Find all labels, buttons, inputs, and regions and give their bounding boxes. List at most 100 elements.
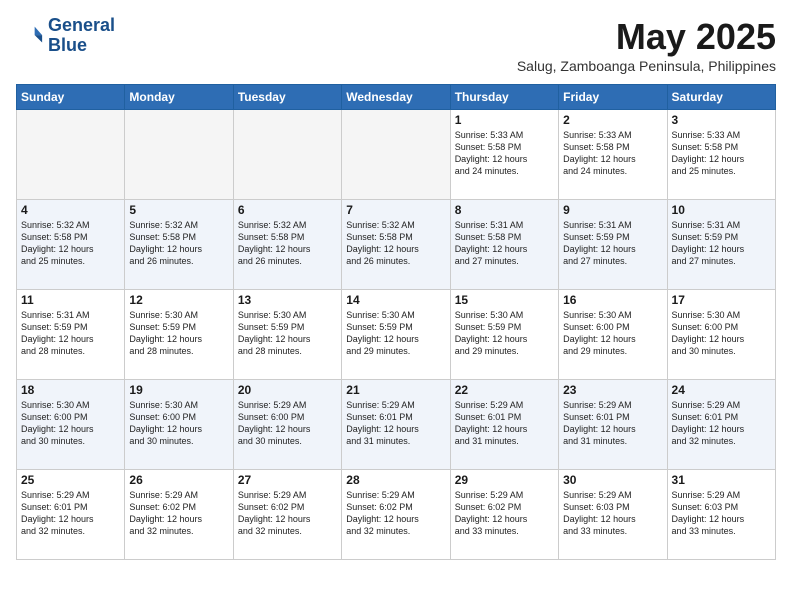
logo-icon	[16, 22, 44, 50]
calendar-subtitle: Salug, Zamboanga Peninsula, Philippines	[517, 58, 776, 74]
day-detail: Sunrise: 5:30 AM Sunset: 6:00 PM Dayligh…	[672, 309, 771, 358]
calendar-cell: 9 Sunrise: 5:31 AM Sunset: 5:59 PM Daylig…	[559, 200, 667, 290]
calendar-cell: 11 Sunrise: 5:31 AM Sunset: 5:59 PM Dayli…	[17, 290, 125, 380]
calendar-cell: 13 Sunrise: 5:30 AM Sunset: 5:59 PM Dayli…	[233, 290, 341, 380]
calendar-cell: 2 Sunrise: 5:33 AM Sunset: 5:58 PM Daylig…	[559, 110, 667, 200]
page-header: General Blue May 2025 Salug, Zamboanga P…	[16, 16, 776, 74]
day-detail: Sunrise: 5:29 AM Sunset: 6:03 PM Dayligh…	[672, 489, 771, 538]
week-row-5: 25Sunrise: 5:29 AM Sunset: 6:01 PM Dayli…	[17, 470, 776, 560]
calendar-table: SundayMondayTuesdayWednesdayThursdayFrid…	[16, 84, 776, 560]
day-detail: Sunrise: 5:30 AM Sunset: 6:00 PM Dayligh…	[563, 309, 662, 358]
day-detail: Sunrise: 5:31 AM Sunset: 5:59 PM Dayligh…	[21, 309, 120, 358]
day-number: 30	[563, 473, 662, 487]
calendar-cell: 7 Sunrise: 5:32 AM Sunset: 5:58 PM Daylig…	[342, 200, 450, 290]
calendar-cell	[342, 110, 450, 200]
day-detail: Sunrise: 5:32 AM Sunset: 5:58 PM Dayligh…	[238, 219, 337, 268]
day-header-friday: Friday	[559, 85, 667, 110]
calendar-cell	[233, 110, 341, 200]
day-number: 28	[346, 473, 445, 487]
calendar-cell: 3Sunrise: 5:33 AM Sunset: 5:58 PM Daylig…	[667, 110, 775, 200]
day-detail: Sunrise: 5:29 AM Sunset: 6:00 PM Dayligh…	[238, 399, 337, 448]
logo-text: General Blue	[48, 16, 115, 56]
calendar-cell: 1Sunrise: 5:33 AM Sunset: 5:58 PM Daylig…	[450, 110, 558, 200]
day-number: 17	[672, 293, 771, 307]
calendar-cell: 25Sunrise: 5:29 AM Sunset: 6:01 PM Dayli…	[17, 470, 125, 560]
day-number: 7	[346, 203, 445, 217]
day-detail: Sunrise: 5:29 AM Sunset: 6:01 PM Dayligh…	[346, 399, 445, 448]
day-number: 26	[129, 473, 228, 487]
day-header-sunday: Sunday	[17, 85, 125, 110]
calendar-cell: 14Sunrise: 5:30 AM Sunset: 5:59 PM Dayli…	[342, 290, 450, 380]
day-number: 22	[455, 383, 554, 397]
calendar-cell: 19Sunrise: 5:30 AM Sunset: 6:00 PM Dayli…	[125, 380, 233, 470]
day-detail: Sunrise: 5:32 AM Sunset: 5:58 PM Dayligh…	[21, 219, 120, 268]
calendar-title: May 2025	[517, 16, 776, 58]
title-area: May 2025 Salug, Zamboanga Peninsula, Phi…	[517, 16, 776, 74]
calendar-cell: 5Sunrise: 5:32 AM Sunset: 5:58 PM Daylig…	[125, 200, 233, 290]
calendar-cell: 15Sunrise: 5:30 AM Sunset: 5:59 PM Dayli…	[450, 290, 558, 380]
calendar-cell: 21Sunrise: 5:29 AM Sunset: 6:01 PM Dayli…	[342, 380, 450, 470]
day-number: 9	[563, 203, 662, 217]
day-detail: Sunrise: 5:29 AM Sunset: 6:02 PM Dayligh…	[346, 489, 445, 538]
day-header-wednesday: Wednesday	[342, 85, 450, 110]
calendar-cell	[17, 110, 125, 200]
calendar-cell: 17 Sunrise: 5:30 AM Sunset: 6:00 PM Dayli…	[667, 290, 775, 380]
day-detail: Sunrise: 5:29 AM Sunset: 6:03 PM Dayligh…	[563, 489, 662, 538]
day-number: 14	[346, 293, 445, 307]
day-detail: Sunrise: 5:31 AM Sunset: 5:59 PM Dayligh…	[563, 219, 662, 268]
day-number: 23	[563, 383, 662, 397]
day-number: 6	[238, 203, 337, 217]
day-number: 27	[238, 473, 337, 487]
week-row-3: 11 Sunrise: 5:31 AM Sunset: 5:59 PM Dayli…	[17, 290, 776, 380]
calendar-cell: 18 Sunrise: 5:30 AM Sunset: 6:00 PM Dayli…	[17, 380, 125, 470]
day-number: 24	[672, 383, 771, 397]
day-detail: Sunrise: 5:33 AM Sunset: 5:58 PM Dayligh…	[455, 129, 554, 178]
day-number: 18	[21, 383, 120, 397]
day-number: 19	[129, 383, 228, 397]
day-number: 29	[455, 473, 554, 487]
day-detail: Sunrise: 5:30 AM Sunset: 5:59 PM Dayligh…	[129, 309, 228, 358]
day-header-saturday: Saturday	[667, 85, 775, 110]
calendar-cell: 28 Sunrise: 5:29 AM Sunset: 6:02 PM Dayli…	[342, 470, 450, 560]
calendar-cell: 30 Sunrise: 5:29 AM Sunset: 6:03 PM Dayli…	[559, 470, 667, 560]
calendar-cell: 24 Sunrise: 5:29 AM Sunset: 6:01 PM Dayli…	[667, 380, 775, 470]
day-number: 31	[672, 473, 771, 487]
day-number: 13	[238, 293, 337, 307]
calendar-cell: 27 Sunrise: 5:29 AM Sunset: 6:02 PM Dayli…	[233, 470, 341, 560]
day-detail: Sunrise: 5:29 AM Sunset: 6:02 PM Dayligh…	[238, 489, 337, 538]
week-row-4: 18 Sunrise: 5:30 AM Sunset: 6:00 PM Dayli…	[17, 380, 776, 470]
day-detail: Sunrise: 5:31 AM Sunset: 5:58 PM Dayligh…	[455, 219, 554, 268]
calendar-cell: 10Sunrise: 5:31 AM Sunset: 5:59 PM Dayli…	[667, 200, 775, 290]
day-number: 11	[21, 293, 120, 307]
day-number: 10	[672, 203, 771, 217]
day-detail: Sunrise: 5:30 AM Sunset: 5:59 PM Dayligh…	[238, 309, 337, 358]
day-detail: Sunrise: 5:29 AM Sunset: 6:02 PM Dayligh…	[129, 489, 228, 538]
day-header-monday: Monday	[125, 85, 233, 110]
day-detail: Sunrise: 5:32 AM Sunset: 5:58 PM Dayligh…	[346, 219, 445, 268]
week-row-1: 1Sunrise: 5:33 AM Sunset: 5:58 PM Daylig…	[17, 110, 776, 200]
calendar-cell: 23 Sunrise: 5:29 AM Sunset: 6:01 PM Dayli…	[559, 380, 667, 470]
calendar-cell: 6 Sunrise: 5:32 AM Sunset: 5:58 PM Daylig…	[233, 200, 341, 290]
calendar-cell: 29Sunrise: 5:29 AM Sunset: 6:02 PM Dayli…	[450, 470, 558, 560]
calendar-cell: 16 Sunrise: 5:30 AM Sunset: 6:00 PM Dayli…	[559, 290, 667, 380]
day-detail: Sunrise: 5:33 AM Sunset: 5:58 PM Dayligh…	[563, 129, 662, 178]
days-header-row: SundayMondayTuesdayWednesdayThursdayFrid…	[17, 85, 776, 110]
logo-line1: General	[48, 16, 115, 36]
day-number: 4	[21, 203, 120, 217]
logo-line2: Blue	[48, 36, 115, 56]
calendar-cell: 20Sunrise: 5:29 AM Sunset: 6:00 PM Dayli…	[233, 380, 341, 470]
calendar-cell: 12Sunrise: 5:30 AM Sunset: 5:59 PM Dayli…	[125, 290, 233, 380]
day-detail: Sunrise: 5:29 AM Sunset: 6:01 PM Dayligh…	[672, 399, 771, 448]
calendar-cell: 8 Sunrise: 5:31 AM Sunset: 5:58 PM Daylig…	[450, 200, 558, 290]
calendar-cell: 4 Sunrise: 5:32 AM Sunset: 5:58 PM Daylig…	[17, 200, 125, 290]
day-number: 15	[455, 293, 554, 307]
day-number: 5	[129, 203, 228, 217]
week-row-2: 4 Sunrise: 5:32 AM Sunset: 5:58 PM Daylig…	[17, 200, 776, 290]
day-number: 16	[563, 293, 662, 307]
day-number: 8	[455, 203, 554, 217]
day-header-thursday: Thursday	[450, 85, 558, 110]
day-number: 2	[563, 113, 662, 127]
day-detail: Sunrise: 5:29 AM Sunset: 6:01 PM Dayligh…	[563, 399, 662, 448]
day-detail: Sunrise: 5:30 AM Sunset: 6:00 PM Dayligh…	[21, 399, 120, 448]
calendar-cell: 26 Sunrise: 5:29 AM Sunset: 6:02 PM Dayli…	[125, 470, 233, 560]
